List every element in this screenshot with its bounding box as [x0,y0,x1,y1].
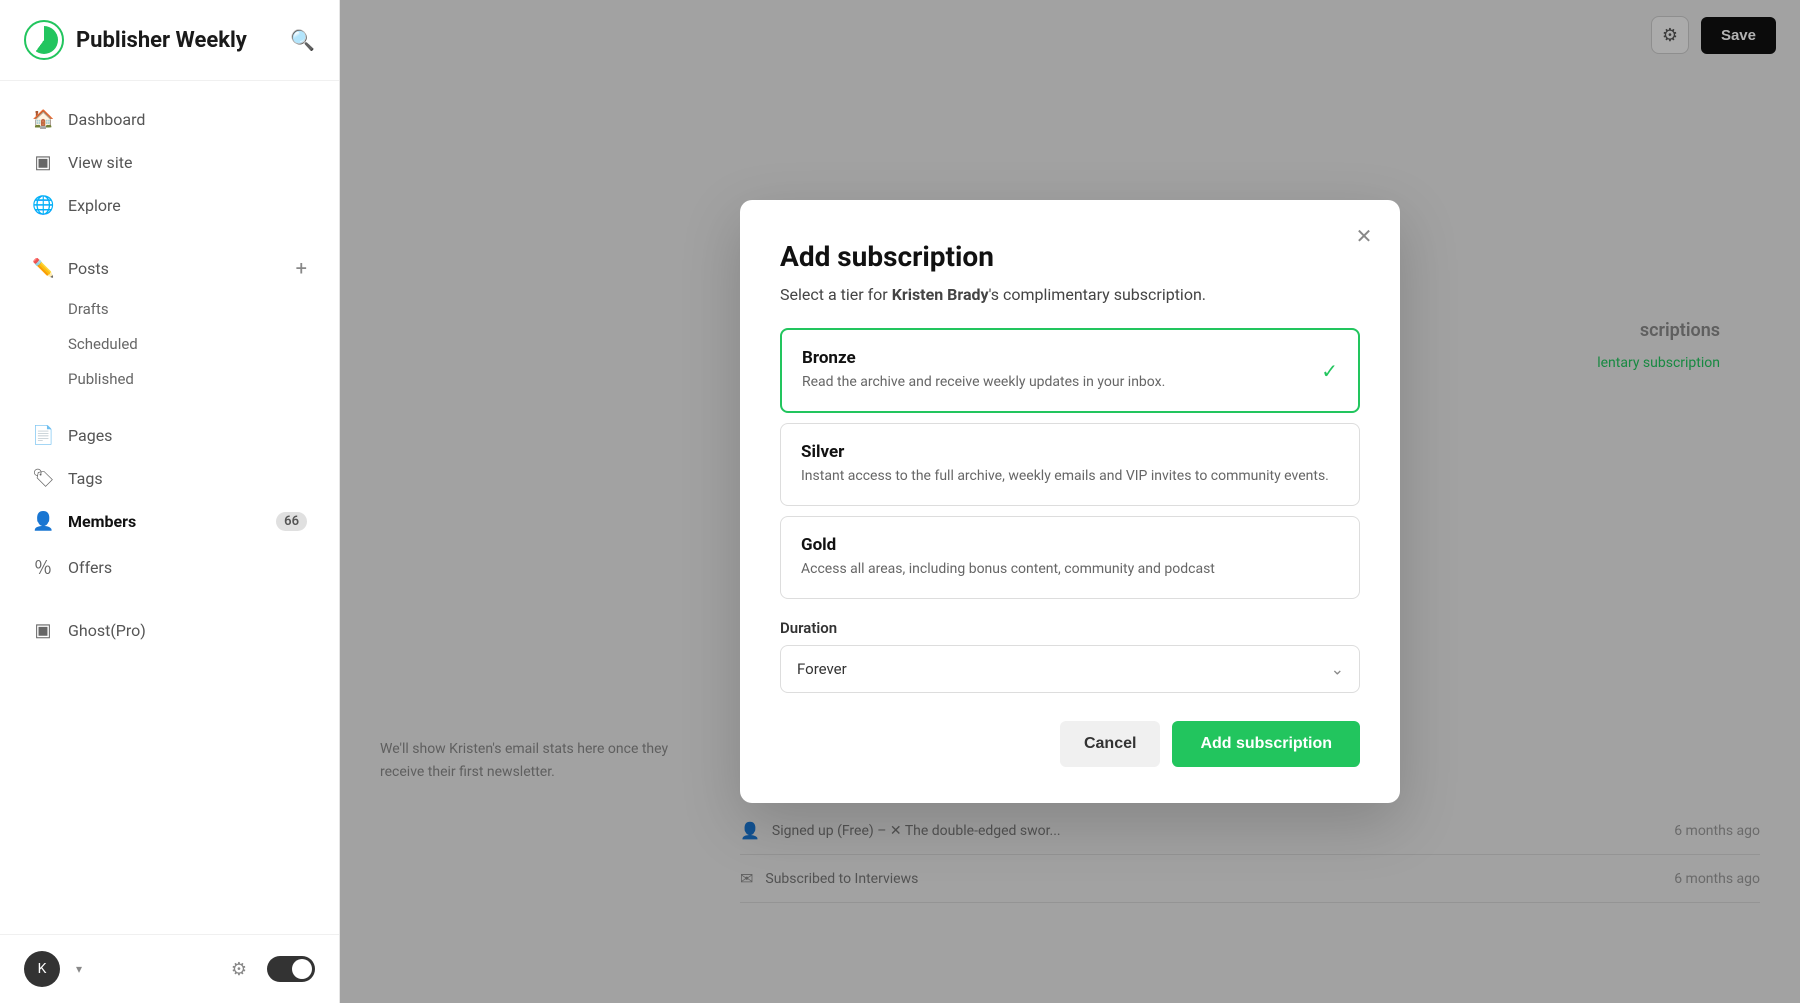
modal-subtitle: Select a tier for Kristen Brady's compli… [780,285,1360,304]
sidebar-item-explore[interactable]: 🌐 Explore [8,185,331,226]
duration-label: Duration [780,619,1360,637]
sidebar-item-tags[interactable]: 🏷 Tags [8,458,331,499]
view-site-icon: ▣ [32,152,54,173]
sidebar-item-offers[interactable]: ％ Offers [8,544,331,590]
sidebar: Publisher Weekly 🔍 🏠 Dashboard ▣ View si… [0,0,340,1003]
dashboard-label: Dashboard [68,110,145,129]
view-site-label: View site [68,153,132,172]
user-avatar[interactable]: K [24,951,60,987]
dark-mode-toggle[interactable] [267,956,315,982]
sidebar-item-drafts[interactable]: Drafts [8,292,331,326]
tier-silver[interactable]: Silver Instant access to the full archiv… [780,423,1360,506]
main-content: ⚙ Save We'll show Kristen's email stats … [340,0,1800,1003]
tier-silver-desc: Instant access to the full archive, week… [801,466,1339,487]
pages-icon: 📄 [32,425,54,446]
footer-settings-icon[interactable]: ⚙ [231,959,247,980]
duration-select-wrapper: Forever ⌄ [780,645,1360,693]
ghost-pro-label: Ghost(Pro) [68,621,146,640]
add-subscription-button[interactable]: Add subscription [1172,721,1360,767]
sidebar-item-pages[interactable]: 📄 Pages [8,415,331,456]
sidebar-item-published[interactable]: Published [8,362,331,396]
modal-actions: Cancel Add subscription [780,721,1360,767]
sidebar-item-view-site[interactable]: ▣ View site [8,142,331,183]
tier-gold[interactable]: Gold Access all areas, including bonus c… [780,516,1360,599]
tier-silver-title: Silver [801,442,1339,462]
explore-icon: 🌐 [32,195,54,216]
cancel-button[interactable]: Cancel [1060,721,1160,767]
scheduled-label: Scheduled [68,335,138,353]
duration-select[interactable]: Forever [780,645,1360,693]
sidebar-item-scheduled[interactable]: Scheduled [8,327,331,361]
app-title: Publisher Weekly [76,28,278,53]
sidebar-footer: K ▾ ⚙ [0,934,339,1003]
sidebar-header: Publisher Weekly 🔍 [0,0,339,81]
tags-label: Tags [68,469,103,488]
search-icon[interactable]: 🔍 [290,28,315,52]
sidebar-item-members[interactable]: 👤 Members 66 [8,501,331,542]
home-icon: 🏠 [32,109,54,130]
app-logo [24,20,64,60]
published-label: Published [68,370,134,388]
members-label: Members [68,512,136,531]
modal-title: Add subscription [780,240,1360,273]
sidebar-item-ghost-pro[interactable]: ▣ Ghost(Pro) [8,610,331,651]
tags-icon: 🏷 [32,468,54,489]
modal-close-button[interactable]: ✕ [1348,220,1380,252]
tier-bronze-title: Bronze [802,348,1338,368]
duration-value: Forever [797,660,847,678]
sidebar-item-dashboard[interactable]: 🏠 Dashboard [8,99,331,140]
posts-add-icon[interactable]: + [296,256,307,280]
pages-label: Pages [68,426,112,445]
close-icon: ✕ [1356,224,1373,249]
tier-bronze-desc: Read the archive and receive weekly upda… [802,372,1338,393]
user-initials: K [38,961,47,977]
tier-bronze[interactable]: Bronze Read the archive and receive week… [780,328,1360,413]
tier-check-icon: ✓ [1321,359,1338,383]
subtitle-prefix: Select a tier for [780,285,892,304]
drafts-label: Drafts [68,300,109,318]
members-badge: 66 [276,512,307,531]
offers-icon: ％ [32,554,54,580]
tier-gold-desc: Access all areas, including bonus conten… [801,559,1339,580]
explore-label: Explore [68,196,121,215]
add-subscription-modal: ✕ Add subscription Select a tier for Kri… [740,200,1400,803]
posts-icon: ✏️ [32,258,54,279]
tier-gold-title: Gold [801,535,1339,555]
members-icon: 👤 [32,511,54,532]
modal-overlay: ✕ Add subscription Select a tier for Kri… [340,0,1800,1003]
ghost-pro-icon: ▣ [32,620,54,641]
posts-label: Posts [68,259,109,278]
offers-label: Offers [68,558,112,577]
toggle-knob [292,959,312,979]
subscriber-name: Kristen Brady [892,285,989,304]
sidebar-nav: 🏠 Dashboard ▣ View site 🌐 Explore ✏️ Pos… [0,81,339,934]
sidebar-item-posts[interactable]: ✏️ Posts + [8,246,331,290]
subtitle-suffix: 's complimentary subscription. [989,285,1206,304]
user-chevron-icon[interactable]: ▾ [76,962,82,976]
